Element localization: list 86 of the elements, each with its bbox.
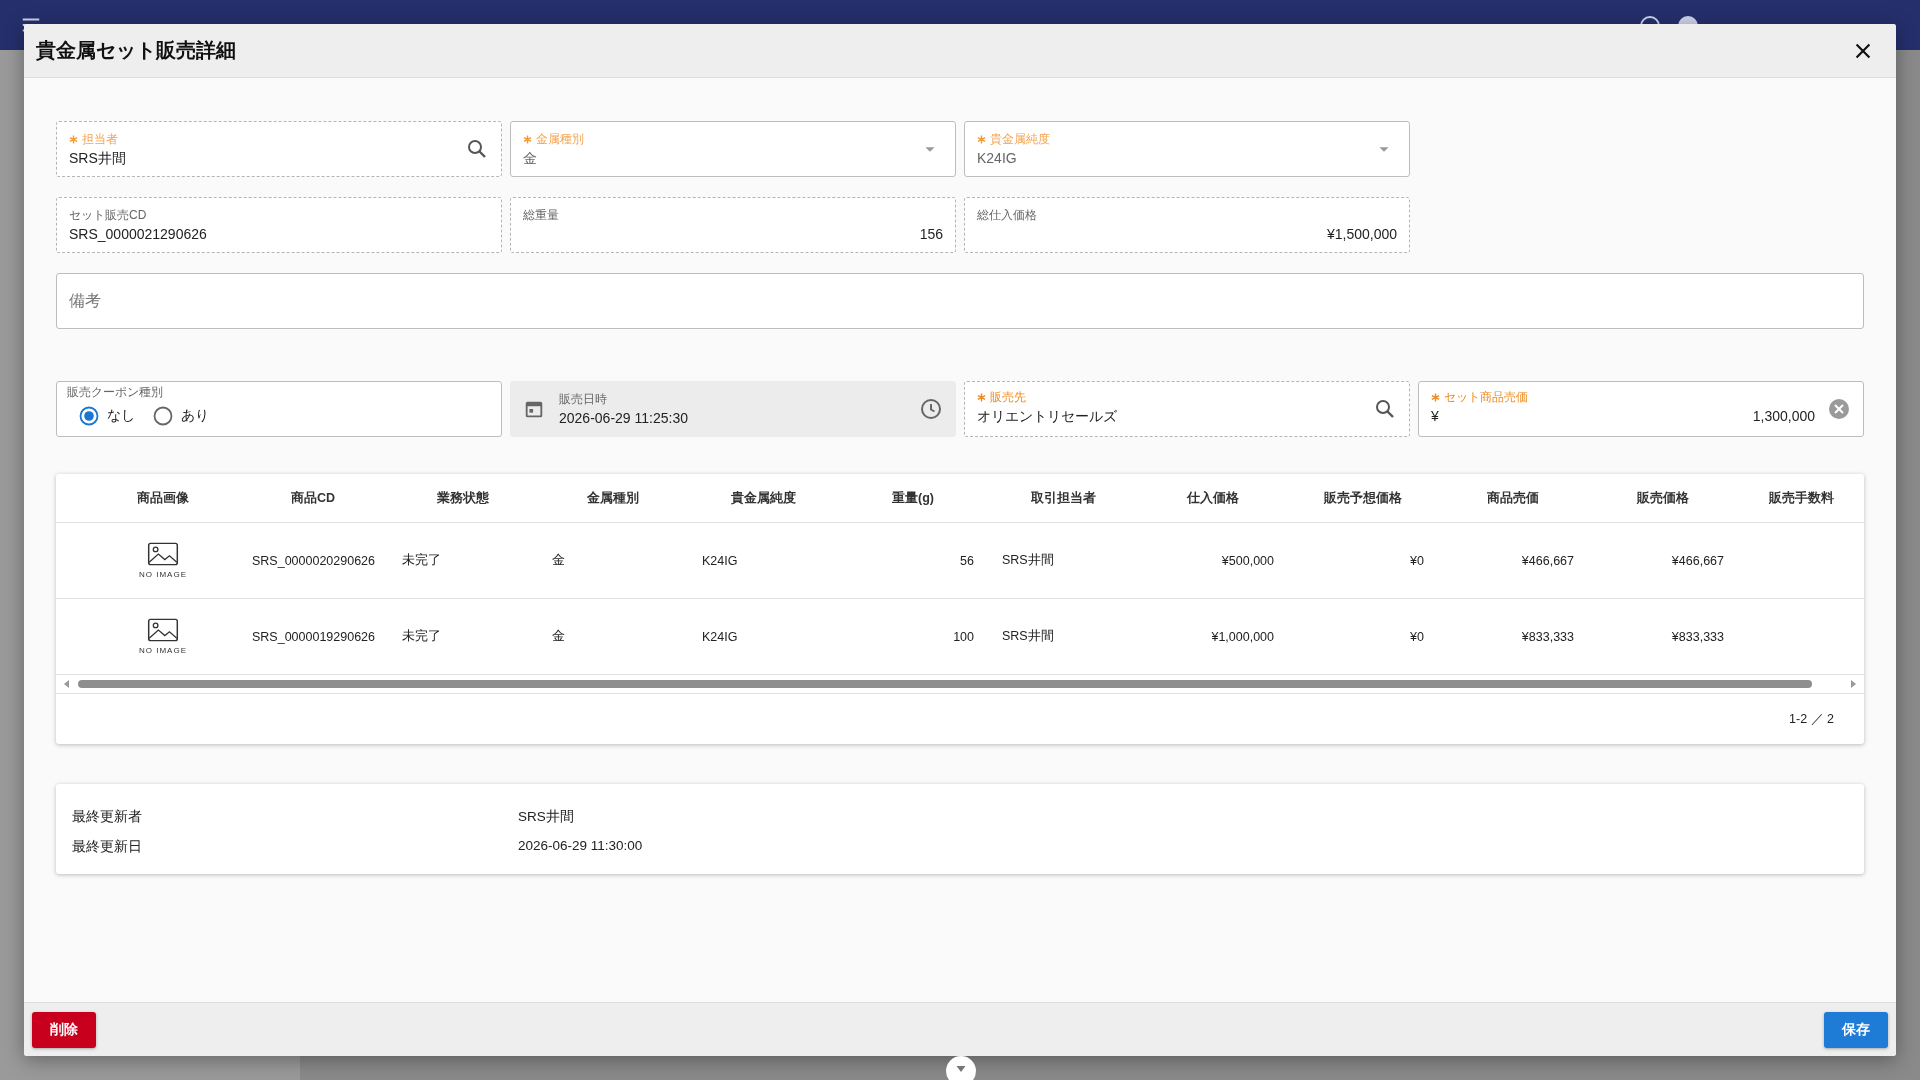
table-cell: 100	[953, 629, 974, 644]
column-header: 販売手数料	[1767, 489, 1835, 507]
table-cell: 金	[552, 629, 565, 643]
table-cell: ¥833,333	[1521, 629, 1574, 644]
table-cell: K24IG	[702, 629, 738, 644]
clock-icon[interactable]	[919, 397, 943, 421]
info-label: 最終更新日	[72, 838, 143, 856]
field-label: 担当者	[82, 131, 118, 147]
table-cell: SRS井間	[1002, 553, 1054, 567]
column-header: 重量(g)	[891, 489, 935, 507]
field-label: 販売クーポン種別	[67, 385, 163, 400]
no-image-text: NO IMAGE	[139, 646, 187, 655]
scroll-down-button[interactable]	[946, 1056, 976, 1080]
form-field[interactable]: セット商品売価 ¥ 1,300,000	[1418, 381, 1864, 437]
column-header: 販売価格	[1636, 489, 1690, 507]
column-header: 販売予想価格	[1323, 489, 1403, 507]
form-field[interactable]: 貴金属純度 K24IG	[964, 121, 1410, 177]
field-value: K24IG	[977, 148, 1018, 167]
column-header: 商品画像	[136, 489, 190, 507]
field-label: 貴金属純度	[990, 131, 1050, 147]
table-cell: ¥0	[1410, 629, 1424, 644]
table-cell: 56	[960, 553, 974, 568]
form-field[interactable]: 担当者 SRS井間	[56, 121, 502, 177]
column-header: 金属種別	[586, 489, 640, 507]
radio-option[interactable]: あり	[153, 406, 209, 426]
table-cell: SRS井間	[1002, 629, 1054, 643]
table-cell: 金	[552, 553, 565, 567]
table-cell: ¥466,667	[1521, 553, 1574, 568]
table-cell: K24IG	[702, 553, 738, 568]
dialog-title: 貴金属セット販売詳細	[36, 38, 236, 63]
asterisk-icon	[1431, 393, 1440, 402]
save-button[interactable]: 保存	[1824, 1011, 1888, 1048]
field-label: セット販売CD	[69, 207, 147, 223]
pagination-text: 1-2 ／ 2	[1789, 710, 1834, 728]
radio-icon[interactable]	[153, 406, 173, 426]
field-label: 総重量	[523, 207, 559, 223]
field-value: SRS_0000021290626	[69, 224, 208, 243]
column-header: 商品売価	[1486, 489, 1540, 507]
field-value: SRS井間	[69, 148, 127, 167]
scroll-left-icon[interactable]	[62, 679, 72, 689]
field-label: 販売先	[990, 390, 1026, 405]
asterisk-icon	[523, 134, 532, 144]
image-icon	[147, 618, 179, 642]
column-header: 業務状態	[436, 489, 490, 507]
table-cell: 未完了	[402, 553, 441, 567]
asterisk-icon	[977, 134, 986, 144]
table-cell: 未完了	[402, 629, 441, 643]
field-label: セット商品売価	[1444, 390, 1528, 405]
no-image-text: NO IMAGE	[139, 570, 187, 579]
scroll-right-icon[interactable]	[1848, 679, 1858, 689]
form-field[interactable]: 販売日時 2026-06-29 11:25:30	[510, 381, 956, 437]
currency-prefix: ¥	[1431, 407, 1439, 425]
table-cell: SRS_0000019290626	[252, 629, 376, 644]
field-label: 総仕入価格	[977, 207, 1037, 223]
asterisk-icon	[977, 393, 986, 402]
field-label: 販売日時	[559, 391, 607, 407]
info-value: 2026-06-29 11:30:00	[518, 838, 643, 855]
radio-icon[interactable]	[79, 406, 99, 426]
scrollbar-thumb[interactable]	[78, 680, 1812, 688]
column-header: 商品CD	[289, 489, 337, 507]
field-label: 金属種別	[536, 131, 584, 147]
info-value: SRS井間	[518, 808, 574, 826]
delete-button[interactable]: 削除	[32, 1011, 96, 1048]
info-label: 最終更新者	[72, 808, 143, 826]
column-header: 仕入価格	[1185, 489, 1240, 507]
table-cell: SRS_0000020290626	[252, 553, 376, 568]
field-value: 1,300,000	[1752, 407, 1815, 425]
table-cell: ¥1,000,000	[1211, 629, 1274, 644]
table-cell: ¥0	[1410, 553, 1424, 568]
remarks-field[interactable]: 備考	[56, 273, 1864, 329]
form-field[interactable]: 金属種別 金	[510, 121, 956, 177]
column-header: 取引担当者	[1029, 489, 1097, 507]
table-cell: ¥466,667	[1671, 553, 1724, 568]
field-value: オリエントリセールズ	[977, 407, 1118, 425]
table-cell: ¥833,333	[1671, 629, 1724, 644]
field-value: 2026-06-29 11:25:30	[559, 408, 689, 427]
table-cell: ¥500,000	[1221, 553, 1274, 568]
radio-option[interactable]: なし	[79, 406, 135, 426]
clear-icon[interactable]	[1827, 397, 1851, 421]
field-value: ¥1,500,000	[1325, 224, 1397, 243]
column-header: 貴金属純度	[729, 489, 797, 507]
image-icon	[147, 542, 179, 566]
field-value: 156	[918, 224, 943, 243]
asterisk-icon	[69, 134, 78, 144]
form-field[interactable]: 販売先 オリエントリセールズ	[964, 381, 1410, 437]
field-value: 金	[523, 148, 538, 167]
